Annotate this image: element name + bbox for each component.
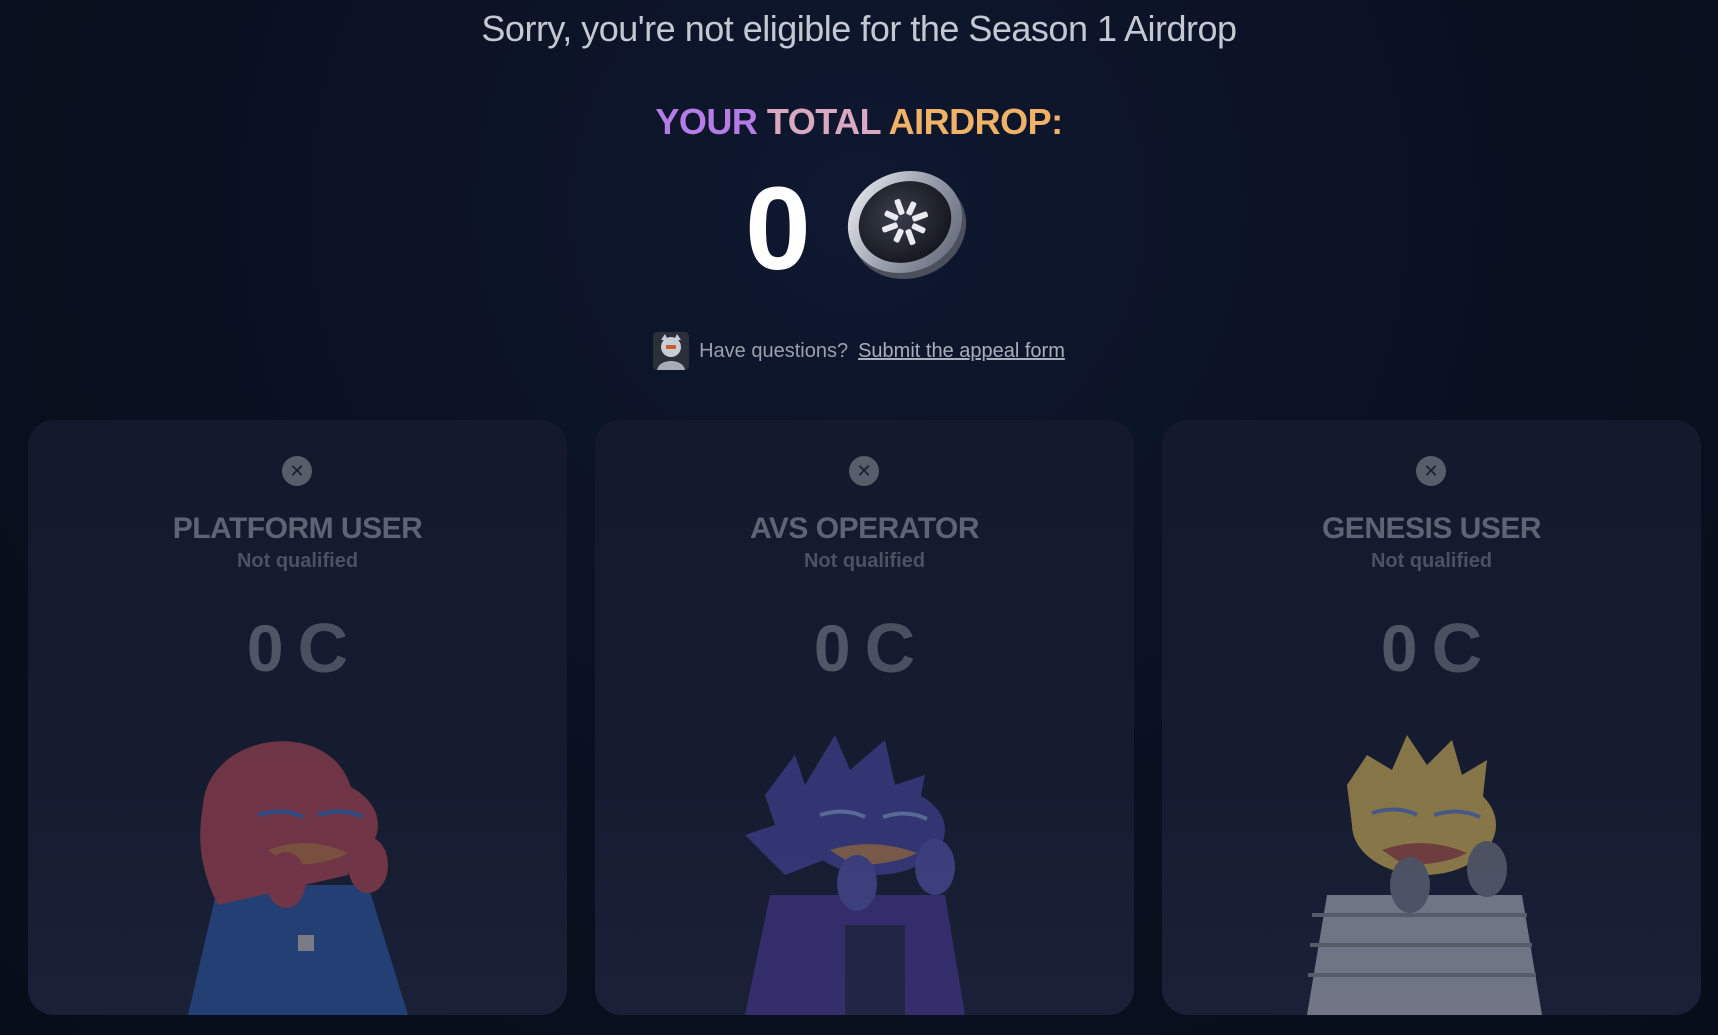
crying-frog-yellow-illustration — [1307, 735, 1542, 1015]
total-airdrop-label: YOUR TOTAL AIRDROP: — [0, 101, 1718, 143]
total-label-word-3: AIRDROP: — [888, 101, 1064, 142]
card-title: GENESIS USER — [1321, 512, 1542, 545]
crying-frog-blue-illustration — [745, 735, 965, 1015]
card-amount: 0 C — [28, 608, 567, 688]
not-qualified-x-icon: ✕ — [282, 456, 312, 486]
total-label-word-2: TOTAL — [766, 101, 881, 142]
card-genesis-user: ✕ GENESIS USER Not qualified 0 C — [1162, 420, 1701, 1015]
card-amount-value: 0 — [246, 611, 284, 685]
card-amount: 0 C — [1162, 608, 1701, 688]
not-qualified-x-icon: ✕ — [849, 456, 879, 486]
questions-text: Have questions? — [699, 339, 849, 362]
total-label-word-1: YOUR — [655, 101, 758, 142]
airdrop-coin-icon — [847, 170, 966, 280]
card-avs-operator: ✕ AVS OPERATOR Not qualified 0 C — [595, 420, 1134, 1015]
total-airdrop-value: 0 — [745, 163, 811, 295]
support-avatar-icon — [653, 332, 690, 370]
card-status: Not qualified — [1370, 550, 1493, 572]
card-currency: C — [297, 609, 349, 687]
appeal-form-link[interactable]: Submit the appeal form — [858, 340, 1065, 363]
card-currency: C — [1431, 609, 1483, 687]
card-title: PLATFORM USER — [172, 512, 423, 545]
eligibility-headline: Sorry, you're not eligible for the Seaso… — [481, 8, 1237, 49]
appeal-row: Have questions? Submit the appeal form — [0, 332, 1718, 370]
card-status: Not qualified — [803, 550, 926, 572]
not-qualified-x-icon: ✕ — [1416, 456, 1446, 486]
card-amount-value: 0 — [813, 611, 851, 685]
card-amount: 0 C — [595, 608, 1134, 688]
card-amount-value: 0 — [1380, 611, 1418, 685]
card-platform-user: ✕ PLATFORM USER Not qualified 0 C — [28, 420, 567, 1015]
category-cards: ✕ PLATFORM USER Not qualified 0 C ✕ AVS … — [28, 420, 1701, 1015]
card-status: Not qualified — [236, 550, 359, 572]
card-currency: C — [864, 609, 916, 687]
card-title: AVS OPERATOR — [749, 512, 980, 545]
crying-frog-red-illustration — [188, 741, 408, 1015]
total-airdrop-row: 0 — [0, 160, 1718, 288]
airdrop-results-page: Sorry, you're not eligible for the Seaso… — [0, 0, 1718, 1035]
